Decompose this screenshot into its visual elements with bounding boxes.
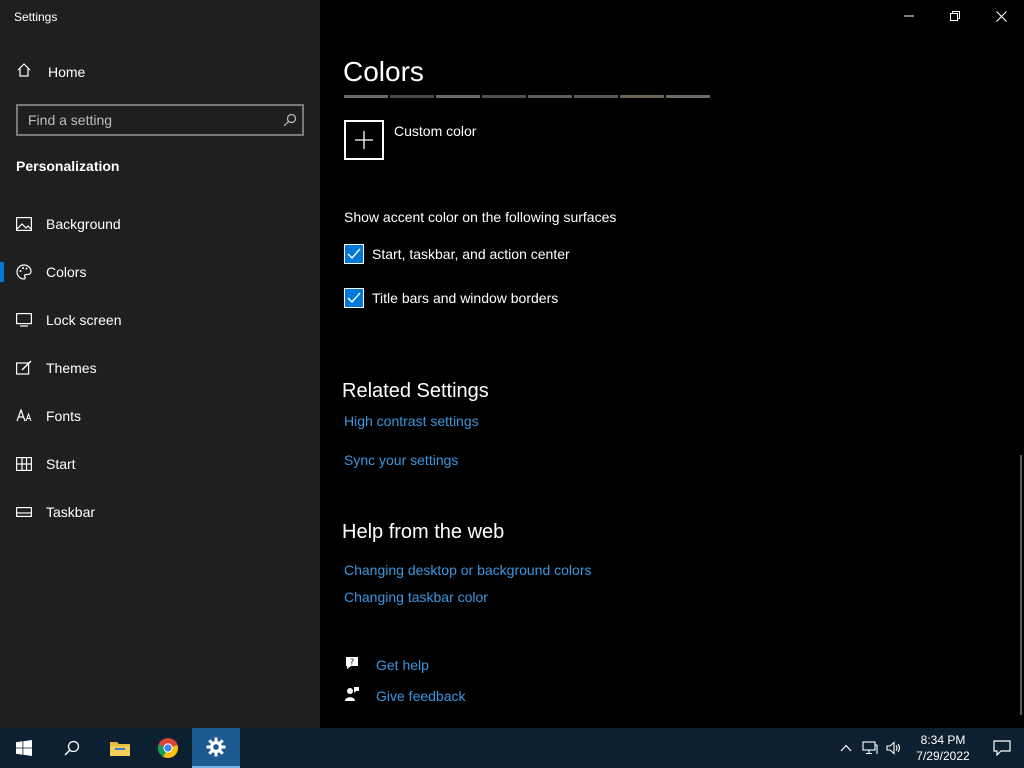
minimize-button[interactable] (886, 0, 932, 32)
fonts-icon (16, 408, 32, 424)
get-help-label: Get help (376, 656, 429, 673)
settings-taskbar-button[interactable] (192, 728, 240, 768)
taskbar-color-link[interactable]: Changing taskbar color (344, 589, 488, 605)
network-icon[interactable] (858, 728, 882, 768)
custom-color-button[interactable]: Custom color (344, 120, 476, 160)
sidebar-item-label: Background (46, 216, 121, 232)
sidebar: Settings Home Personalization Background… (0, 0, 320, 728)
give-feedback-link[interactable]: Give feedback (344, 686, 466, 705)
color-swatch[interactable] (390, 95, 434, 98)
give-feedback-label: Give feedback (376, 687, 466, 704)
scrollbar[interactable] (1020, 455, 1022, 715)
palette-icon (16, 264, 32, 280)
color-swatch[interactable] (482, 95, 526, 98)
home-icon (16, 62, 32, 81)
checkbox-label: Title bars and window borders (372, 290, 559, 306)
help-heading: Help from the web (342, 521, 505, 543)
color-swatch[interactable] (344, 95, 388, 98)
start-icon (16, 456, 32, 472)
sidebar-item-label: Fonts (46, 408, 82, 424)
page-title: Colors (343, 56, 424, 87)
desktop-colors-link[interactable]: Changing desktop or background colors (344, 562, 592, 578)
chrome-icon (157, 738, 178, 759)
taskbar: 8:34 PM 7/29/2022 (0, 728, 1024, 768)
checkmark-icon[interactable] (344, 288, 364, 308)
search-icon[interactable] (278, 113, 302, 127)
search-taskbar-button[interactable] (48, 728, 96, 768)
search-icon (64, 740, 80, 756)
custom-color-label: Custom color (394, 123, 477, 139)
svg-text:?: ? (350, 658, 354, 667)
sidebar-item-label: Colors (46, 264, 87, 280)
window-controls (886, 0, 1024, 32)
clock[interactable]: 8:34 PM 7/29/2022 (906, 732, 980, 764)
checkbox-label: Start, taskbar, and action center (372, 246, 570, 262)
chevron-up-icon[interactable] (834, 728, 858, 768)
system-tray: 8:34 PM 7/29/2022 (834, 728, 1024, 768)
sync-settings-link[interactable]: Sync your settings (344, 452, 458, 468)
windows-logo-icon (16, 740, 32, 756)
sidebar-item-lock-screen[interactable]: Lock screen (0, 296, 320, 344)
sidebar-item-start[interactable]: Start (0, 440, 320, 488)
sidebar-item-colors[interactable]: Colors (0, 248, 320, 296)
color-swatch-row (344, 95, 710, 98)
clock-time: 8:34 PM (920, 733, 966, 747)
plus-icon (344, 120, 384, 160)
sidebar-item-taskbar[interactable]: Taskbar (0, 488, 320, 536)
restore-button[interactable] (932, 0, 978, 32)
sidebar-item-label: Taskbar (46, 504, 96, 520)
chrome-button[interactable] (144, 728, 192, 768)
file-explorer-button[interactable] (96, 728, 144, 768)
color-swatch[interactable] (574, 95, 618, 98)
notification-icon[interactable] (980, 728, 1024, 768)
sidebar-item-fonts[interactable]: Fonts (0, 392, 320, 440)
section-title: Personalization (16, 158, 120, 174)
main-content: Colors Custom color Show accent color on… (320, 0, 1024, 728)
search-input[interactable] (18, 112, 278, 128)
start-button[interactable] (0, 728, 48, 768)
lock-screen-icon (16, 312, 32, 328)
sidebar-item-background[interactable]: Background (0, 200, 320, 248)
sidebar-item-label: Lock screen (46, 312, 122, 328)
gear-icon (206, 737, 226, 757)
sidebar-item-themes[interactable]: Themes (0, 344, 320, 392)
sidebar-item-label: Themes (46, 360, 97, 376)
sidebar-nav: Background Colors Lock screen Themes Fon… (0, 200, 320, 536)
sidebar-item-label: Start (46, 456, 76, 472)
checkbox-start-taskbar[interactable]: Start, taskbar, and action center (344, 244, 570, 264)
color-swatch[interactable] (666, 95, 710, 98)
close-button[interactable] (978, 0, 1024, 32)
picture-icon (16, 216, 32, 232)
themes-icon (16, 360, 32, 376)
checkbox-title-bars[interactable]: Title bars and window borders (344, 288, 558, 308)
taskbar-icon (16, 504, 32, 520)
get-help-link[interactable]: ? Get help (344, 655, 429, 674)
get-help-icon: ? (344, 655, 360, 674)
home-label: Home (48, 63, 86, 80)
color-swatch[interactable] (436, 95, 480, 98)
related-settings-heading: Related Settings (342, 380, 489, 402)
surfaces-label: Show accent color on the following surfa… (344, 209, 617, 225)
checkmark-icon[interactable] (344, 244, 364, 264)
window-title: Settings (14, 10, 58, 24)
clock-date: 7/29/2022 (916, 749, 970, 763)
search-box[interactable] (16, 104, 304, 136)
color-swatch[interactable] (620, 95, 664, 98)
feedback-icon (344, 686, 360, 705)
folder-icon (110, 742, 130, 756)
color-swatch[interactable] (528, 95, 572, 98)
volume-icon[interactable] (882, 728, 906, 768)
nav-home[interactable]: Home (16, 62, 85, 81)
high-contrast-link[interactable]: High contrast settings (344, 413, 479, 429)
